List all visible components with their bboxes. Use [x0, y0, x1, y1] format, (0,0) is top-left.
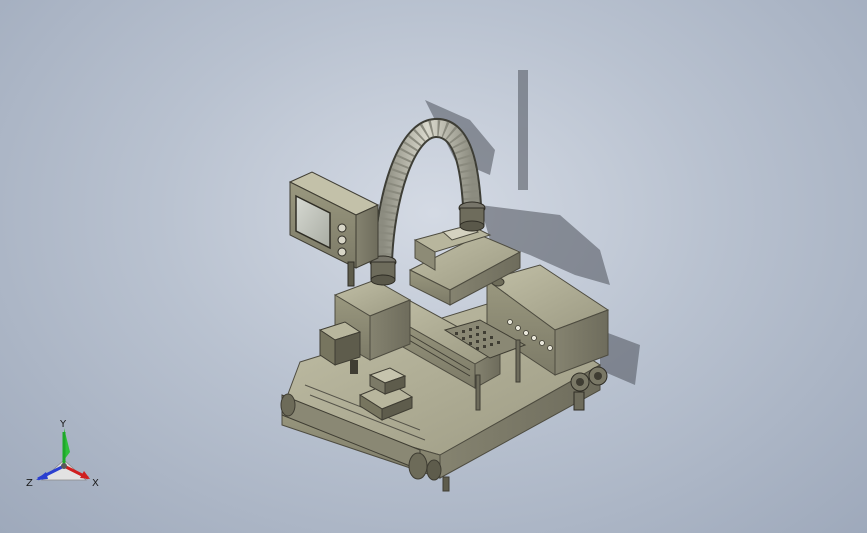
- y-axis-label: Y: [59, 419, 67, 430]
- z-axis-arrow-icon: [36, 472, 48, 480]
- cad-viewport[interactable]: Y X Z: [0, 0, 867, 533]
- x-axis-label: X: [92, 478, 99, 489]
- coordinate-triad[interactable]: Y X Z: [24, 418, 110, 494]
- z-axis-label: Z: [26, 478, 33, 489]
- triad-origin-icon: [61, 463, 67, 469]
- hmi-monitor[interactable]: [288, 171, 380, 287]
- machine-3d-model[interactable]: [0, 0, 867, 533]
